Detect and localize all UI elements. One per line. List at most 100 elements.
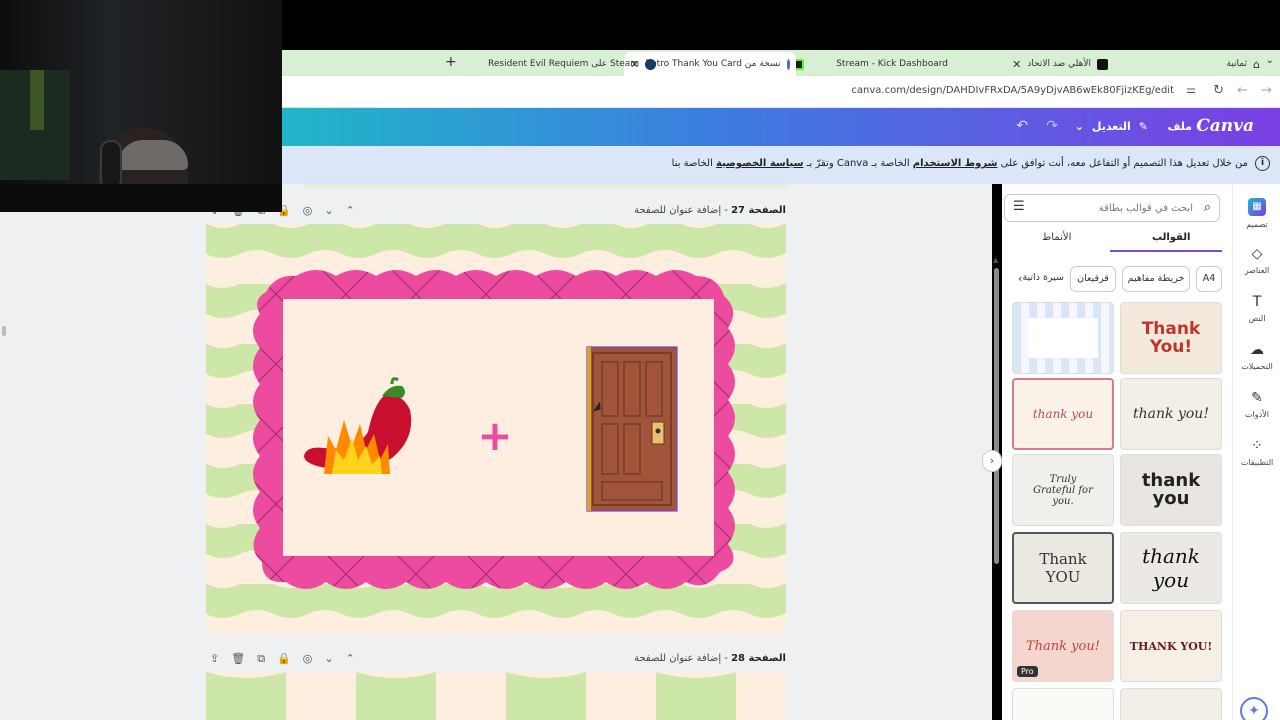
duplicate-icon[interactable]: ⧉	[257, 652, 265, 666]
filter-icon[interactable]: ☰	[1013, 199, 1025, 214]
left-gutter	[0, 212, 206, 720]
side-rail: ▦ تصميم ◇ العناصر T النص ☁ التحميلات ✎ ا…	[1232, 184, 1280, 720]
template-thumb[interactable]: thank you	[1012, 378, 1114, 450]
webcam-overlay	[0, 0, 282, 212]
template-title: Truly Grateful for you.	[1033, 473, 1093, 507]
address-bar: canva.com/design/DAHDIvFRxDA/5A9yDjvAB6w…	[282, 76, 1280, 108]
rail-label: التحميلات	[1241, 362, 1273, 371]
tab-label: الأهلي ضد الاتحاد	[1027, 59, 1091, 69]
rail-apps[interactable]: ⁘ التطبيقات	[1233, 438, 1280, 467]
lock-icon[interactable]: 🔒	[277, 652, 291, 666]
chevron-down-icon[interactable]: ⌄	[324, 652, 333, 666]
panel-scrollbar[interactable]	[994, 268, 999, 564]
template-thumb[interactable]: Thank YOU	[1012, 532, 1114, 604]
page-title-28[interactable]: الصفحة 28 - إضافة عنوان للصفحة	[634, 653, 786, 664]
collapse-panel-button[interactable]: ›	[982, 450, 1002, 472]
chip-a4[interactable]: A4	[1196, 266, 1222, 292]
file-menu-button[interactable]: ملف	[1168, 120, 1192, 133]
template-title: Thank you!	[1026, 638, 1100, 654]
canva-logo[interactable]: Canva	[1196, 116, 1254, 136]
rail-label: العناصر	[1244, 266, 1270, 275]
chevron-down-icon[interactable]: ⌄	[324, 204, 333, 218]
rail-tools[interactable]: ✎ الأدوات	[1233, 390, 1280, 419]
rail-uploads[interactable]: ☁ التحميلات	[1233, 342, 1280, 371]
template-title: thank you	[1032, 407, 1094, 421]
scroll-marker	[2, 326, 6, 336]
tune-icon[interactable]: ⚌	[1186, 83, 1196, 96]
template-thumb[interactable]: Thank you! Pro	[1012, 610, 1114, 682]
template-title: THANK YOU!	[1129, 639, 1213, 653]
template-thumb[interactable]: THANK YOU!	[1120, 610, 1222, 682]
new-tab-button[interactable]: +	[445, 54, 457, 70]
back-icon[interactable]: ←	[1237, 83, 1248, 98]
page-title-27[interactable]: الصفحة 27 - إضافة عنوان للصفحة	[634, 205, 786, 216]
tab-kick-dashboard[interactable]: ✕ Stream - Kick Dashboard	[772, 52, 954, 76]
browser-tabstrip: ثمانية ⌂ ✕ الأهلي ضد الاتحاد ✕ Stream - …	[282, 50, 1280, 76]
design-page-27[interactable]: +	[206, 224, 786, 634]
headset-icon	[100, 140, 122, 190]
forward-icon[interactable]: →	[1261, 83, 1272, 98]
edit-menu-button[interactable]: ⌄ التعديل ✎	[1075, 120, 1148, 133]
rail-label: التطبيقات	[1240, 458, 1274, 467]
rail-elements[interactable]: ◇ العناصر	[1233, 246, 1280, 275]
chevron-down-icon: ⌄	[1074, 120, 1084, 133]
scroll-up-icon[interactable]: ▲	[993, 256, 998, 264]
uploads-icon: ☁	[1250, 342, 1264, 358]
hide-icon[interactable]: ◎	[303, 204, 313, 218]
card-artwork: +	[206, 224, 786, 634]
template-title: Thank YOU	[1039, 550, 1087, 586]
template-thumb[interactable]: thank you	[1120, 532, 1222, 604]
banner-text: من خلال تعديل هذا التصميم أو التفاعل معه…	[672, 158, 1248, 169]
banner-suffix: الخاصة بنا	[671, 158, 717, 169]
search-input[interactable]: ⌕ ابحث في قوالب بطاقة ☰	[1004, 194, 1220, 222]
terms-link[interactable]: شروط الاستخدام	[913, 158, 998, 169]
chip-concept-map[interactable]: خريطة مفاهيم	[1122, 266, 1190, 292]
chevron-down-icon[interactable]: ⌄	[1266, 55, 1274, 66]
chevron-left-icon[interactable]: ‹	[1018, 272, 1022, 285]
page-number: الصفحة 28	[731, 653, 786, 664]
chevron-up-icon[interactable]: ⌃	[346, 652, 355, 666]
template-thumb[interactable]	[1120, 688, 1222, 720]
template-thumb[interactable]	[1012, 688, 1114, 720]
rail-design[interactable]: ▦ تصميم	[1233, 198, 1280, 229]
search-placeholder: ابحث في قوالب بطاقة	[1098, 203, 1193, 214]
url-field[interactable]: canva.com/design/DAHDIvFRxDA/5A9yDjvAB6w…	[851, 85, 1174, 96]
page-number: الصفحة 27	[731, 205, 786, 216]
text-icon: T	[1252, 294, 1262, 310]
tab-label: Retro Thank You Card نسخة من	[645, 59, 781, 69]
undo-icon[interactable]: ↶	[1016, 118, 1028, 134]
privacy-link[interactable]: سياسة الخصوصية	[716, 158, 803, 169]
magic-sparkle-icon[interactable]: ✦	[1240, 697, 1268, 720]
tab-templates[interactable]: القوالب	[1152, 232, 1190, 243]
tools-icon: ✎	[1251, 390, 1263, 406]
template-thumb[interactable]: Truly Grateful for you.	[1012, 454, 1114, 526]
design-page-28[interactable]	[206, 672, 786, 720]
add-page-title: - إضافة عنوان للصفحة	[634, 653, 732, 664]
tab-ahli-ittihad[interactable]: ✕ الأهلي ضد الاتحاد	[1006, 52, 1114, 76]
template-thumb[interactable]	[1012, 302, 1114, 374]
share-icon[interactable]: ⇪	[210, 652, 219, 666]
template-thumb[interactable]: Thank You!	[1120, 302, 1222, 374]
chip-qarqian[interactable]: قرقيعان	[1070, 266, 1116, 292]
template-thumb[interactable]: thank you!	[1120, 378, 1222, 450]
tab-thamania[interactable]: ثمانية ⌂	[1221, 52, 1266, 76]
previous-page-edge	[304, 184, 788, 188]
filter-chips: A4 خريطة مفاهيم قرقيعان سيرة ذاتية ‹	[1004, 266, 1222, 292]
rail-label: الأدوات	[1245, 410, 1269, 419]
info-icon: i	[1255, 156, 1270, 171]
rail-label: النص	[1248, 314, 1266, 323]
chevron-up-icon[interactable]: ⌃	[346, 204, 355, 218]
tab-resident-evil[interactable]: Resident Evil Requiem على Steam	[482, 52, 662, 76]
close-icon[interactable]: ✕	[1012, 58, 1021, 71]
template-thumb[interactable]: thank you	[1120, 454, 1222, 526]
tab-styles[interactable]: الأنماط	[1042, 232, 1071, 243]
door-icon[interactable]	[586, 346, 678, 512]
hide-icon[interactable]: ◎	[303, 652, 313, 666]
page-toolbar-28: ⇪ 🗑 ⧉ 🔒 ◎ ⌄ ⌃ الصفحة 28 - إضافة عنوان لل…	[206, 650, 786, 670]
reload-icon[interactable]: ↻	[1213, 83, 1224, 98]
tab-label: Resident Evil Requiem على Steam	[488, 59, 640, 69]
rail-text[interactable]: T النص	[1233, 294, 1280, 323]
redo-icon[interactable]: ↷	[1046, 118, 1058, 134]
trash-icon[interactable]: 🗑	[231, 652, 245, 666]
page-toolbar-27: ⇪ 🗑 ⧉ 🔒 ◎ ⌄ ⌃ الصفحة 27 - إضافة عنوان لل…	[206, 202, 786, 222]
